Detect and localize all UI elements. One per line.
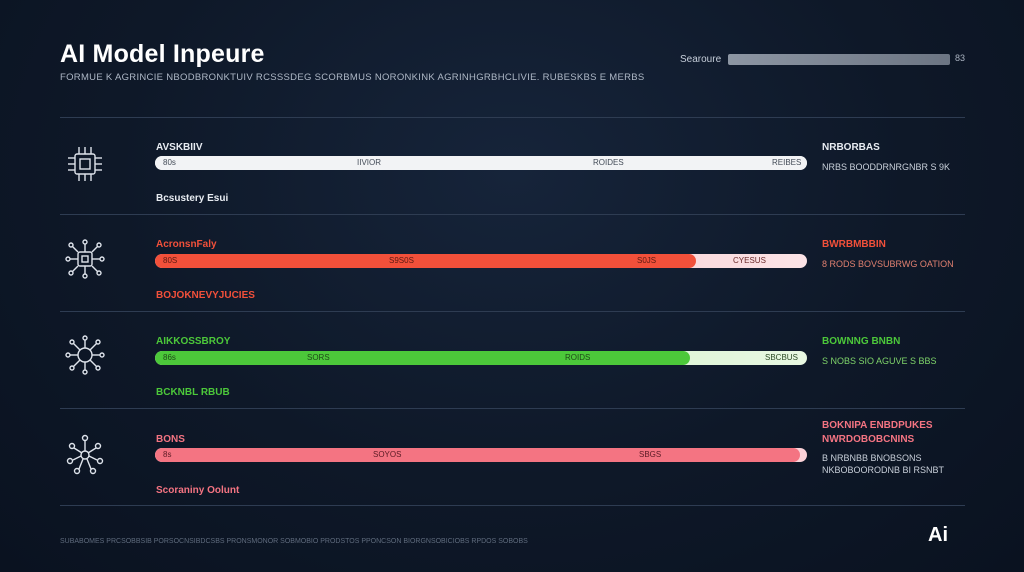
row2-footer-label: BOJOKNEVYJUCIES [156, 290, 255, 301]
row4-side-title-2: NWRDOBOBCNINS [822, 434, 915, 445]
footer-text: SUBABOMES PRCSOBBSIB PORSOCNSIBDCSBS PRO… [60, 538, 528, 545]
row4-side-text-2: NKBOBOORODNB BI RSNBT [822, 465, 945, 475]
row3-tick-2: SORS [307, 353, 330, 362]
row1-bar-fill [155, 156, 807, 170]
row4-side-text: B NRBNBB BNOBSONS [822, 453, 922, 463]
row3-footer-label: BCKNBL RBUB [156, 387, 230, 398]
row1-tick-4: REIBES [772, 158, 802, 167]
row1-side-title: NRBORBAS [822, 142, 880, 153]
row2-side-text: 8 RODS BOVSUBRWG OATION [822, 259, 954, 269]
row4-tick-2: SOYOS [373, 450, 402, 459]
row4-footer-label: Scoraniny Oolunt [156, 485, 240, 496]
row4-bar-fill [155, 448, 801, 462]
row2-tick-3: S0JS [637, 256, 657, 265]
row3-progress-bar[interactable]: 86s SORS ROIDS SBCBUS [155, 351, 807, 365]
search-input[interactable] [728, 54, 950, 65]
row2-progress-bar[interactable]: 80S S9S0S S0JS CYESUS [155, 254, 807, 268]
row2-tick-1: 80S [163, 256, 178, 265]
row3-tick-1: 86s [163, 353, 176, 362]
divider-1 [60, 214, 965, 215]
page-title: AI Model Inpeure [60, 40, 265, 68]
row3-bar-fill [155, 351, 690, 365]
row1-progress-bar[interactable]: 80s IIVIOR ROIDES REIBES [155, 156, 807, 170]
row3-side-title: BOWNNG BNBN [822, 336, 901, 347]
row2-bar-title: AcronsnFaly [156, 239, 217, 250]
row2-tick-2: S9S0S [389, 256, 414, 265]
row2-tick-4: CYESUS [733, 256, 766, 265]
row1-bar-title: AVSKBIIV [156, 142, 203, 153]
row1-footer-label: Bcsustery Esui [156, 193, 229, 204]
molecule-graph-icon [64, 433, 106, 475]
row2-side-title: BWRBMBBIN [822, 239, 886, 250]
row4-side-title: BOKNIPA ENBDPUKES [822, 420, 933, 431]
divider-2 [60, 311, 965, 312]
row3-tick-4: SBCBUS [765, 353, 798, 362]
row3-tick-3: ROIDS [565, 353, 591, 362]
row4-bar-title: BONS [156, 434, 185, 445]
neural-chip-icon [64, 238, 106, 280]
row2-bar-fill [155, 254, 697, 268]
divider-bottom [60, 505, 965, 506]
row4-tick-3: SBGS [639, 450, 662, 459]
row1-tick-1: 80s [163, 158, 176, 167]
row1-side-text: NRBS BOODDRNRGNBR S 9K [822, 162, 951, 172]
search-count: 83 [955, 53, 966, 63]
ai-logo: Ai [928, 524, 948, 546]
divider-top [60, 117, 965, 118]
row3-bar-title: AIKKOSSBROY [156, 336, 231, 347]
search-label: Searoure [680, 54, 722, 65]
divider-3 [60, 408, 965, 409]
cpu-chip-icon [64, 143, 106, 185]
row4-tick-1: 8s [163, 450, 172, 459]
page-subtitle: FORMUE K AGRINCIE NBODBRONKTUIV RCSSSDEG… [60, 72, 645, 83]
row3-side-text: S NOBS SIO AGUVE S BBS [822, 356, 937, 366]
network-node-icon [64, 334, 106, 376]
row1-tick-2: IIVIOR [357, 158, 382, 167]
row4-progress-bar[interactable]: 8s SOYOS SBGS [155, 448, 807, 462]
row1-tick-3: ROIDES [593, 158, 624, 167]
